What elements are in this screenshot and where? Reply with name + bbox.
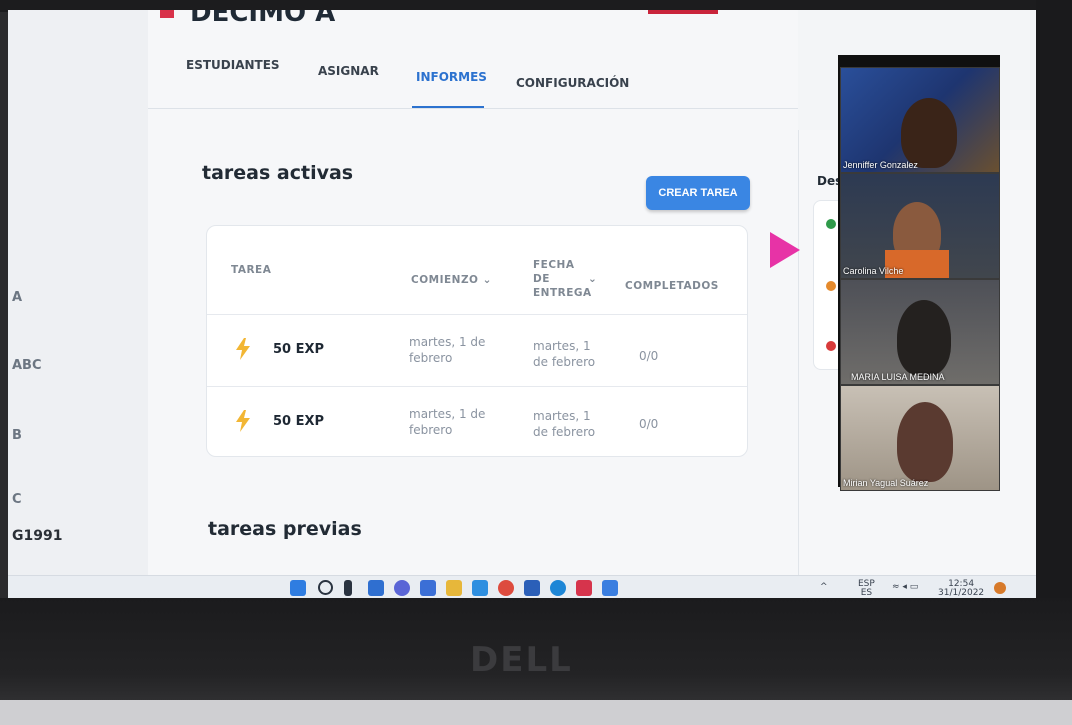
class-list-panel: A ABC B C G1991 xyxy=(8,10,149,575)
desk-surface xyxy=(0,700,1072,725)
column-start[interactable]: COMIENZO ⌄ xyxy=(411,274,492,286)
edge-icon[interactable] xyxy=(550,580,566,596)
column-due-label-3: ENTREGA xyxy=(533,287,592,299)
tab-asignar[interactable]: ASIGNAR xyxy=(318,64,379,78)
participant-video xyxy=(897,402,953,482)
task-due-date: martes, 1 de febrero xyxy=(533,409,596,439)
app-icon[interactable] xyxy=(576,580,592,596)
tab-configuracion[interactable]: CONFIGURACIÓN xyxy=(516,76,629,90)
windows-start-icon[interactable] xyxy=(290,580,306,596)
zoom-meeting-icon[interactable] xyxy=(602,580,618,596)
class-item-abc[interactable]: ABC xyxy=(12,358,42,373)
clock[interactable]: 12:54 31/1/2022 xyxy=(938,580,984,598)
taskbar: ^ ESP ES ≈ ◂ ▭ 12:54 31/1/2022 xyxy=(8,575,1038,598)
chevron-down-icon: ⌄ xyxy=(588,273,598,285)
clock-date: 31/1/2022 xyxy=(938,588,985,598)
video-call-strip: Jenniffer Gonzalez Carolina Vilche MARIA… xyxy=(838,55,1000,491)
class-color-marker xyxy=(160,10,174,18)
task-start-date: martes, 1 de febrero xyxy=(409,335,486,365)
active-tasks-table: TAREA COMIENZO ⌄ FECHA DE ⌄ ENTREGA COMP… xyxy=(206,225,748,457)
participant-name: MARIA LUISA MEDINA xyxy=(851,372,945,382)
tab-estudiantes[interactable]: ESTUDIANTES xyxy=(186,58,280,72)
task-start-date: martes, 1 de febrero xyxy=(409,407,486,437)
notification-icon[interactable] xyxy=(994,582,1006,594)
tab-informes[interactable]: INFORMES xyxy=(416,70,487,84)
participant-video xyxy=(897,300,951,376)
column-task: TAREA xyxy=(231,264,272,276)
column-due[interactable]: FECHA DE ⌄ ENTREGA xyxy=(533,258,597,300)
task-completed: 0/0 xyxy=(639,417,659,431)
file-explorer-icon[interactable] xyxy=(446,580,462,596)
task-due-date: martes, 1 de febrero xyxy=(533,339,596,369)
mail-icon[interactable] xyxy=(472,580,488,596)
task-view-icon[interactable] xyxy=(344,580,352,596)
brand-logo: DELL xyxy=(470,640,573,680)
task-name: 50 EXP xyxy=(273,342,325,357)
language-indicator[interactable]: ESP ES xyxy=(858,580,875,598)
check-status-icon xyxy=(826,219,836,229)
class-item-b[interactable]: B xyxy=(12,428,22,443)
participant-name: Mirian Yagual Suárez xyxy=(843,478,929,488)
task-name: 50 EXP xyxy=(273,414,325,429)
widgets-icon[interactable] xyxy=(368,580,384,596)
class-item-c[interactable]: C xyxy=(12,492,22,507)
participant-tile[interactable]: Jenniffer Gonzalez xyxy=(840,67,1000,173)
user-code: G1991 xyxy=(12,528,63,544)
row-divider xyxy=(207,386,747,387)
main-content: DECIMO A ESTUDIANTES ASIGNAR INFORMES CO… xyxy=(148,10,798,575)
chrome-icon[interactable] xyxy=(498,580,514,596)
previous-tasks-title: tareas previas xyxy=(208,518,362,540)
search-icon[interactable] xyxy=(318,580,333,595)
top-accent-bar xyxy=(648,10,718,14)
keyboard-code: ES xyxy=(860,588,873,598)
column-start-label: COMIENZO xyxy=(411,274,479,286)
word-icon[interactable] xyxy=(524,580,540,596)
create-task-button[interactable]: CREAR TAREA xyxy=(646,176,750,210)
lightning-icon xyxy=(236,410,250,432)
participant-tile[interactable]: Carolina Vilche xyxy=(840,173,1000,279)
participant-tile[interactable]: Mirian Yagual Suárez xyxy=(840,385,1000,491)
participant-name: Carolina Vilche xyxy=(843,266,904,276)
task-completed: 0/0 xyxy=(639,349,659,363)
pointer-arrow-icon xyxy=(770,232,800,268)
chevron-down-icon: ⌄ xyxy=(482,274,492,286)
participant-tile[interactable]: MARIA LUISA MEDINA xyxy=(840,279,1000,385)
column-due-label-1: FECHA xyxy=(533,259,575,271)
column-completed: COMPLETADOS xyxy=(625,280,719,292)
class-title: DECIMO A xyxy=(190,10,336,28)
pending-status-icon xyxy=(826,281,836,291)
chat-icon[interactable] xyxy=(394,580,410,596)
lightning-icon xyxy=(236,338,250,360)
tabs-divider xyxy=(148,108,798,109)
wifi-sound-battery-icon[interactable]: ≈ ◂ ▭ xyxy=(892,583,918,592)
active-tasks-title: tareas activas xyxy=(202,162,354,184)
participant-video xyxy=(901,98,957,168)
class-item-a[interactable]: A xyxy=(12,290,22,305)
late-status-icon xyxy=(826,341,836,351)
participant-name: Jenniffer Gonzalez xyxy=(843,160,918,170)
zoom-icon[interactable] xyxy=(420,580,436,596)
chevron-up-icon[interactable]: ^ xyxy=(820,583,828,592)
header-divider xyxy=(207,314,747,315)
column-due-label-2: DE xyxy=(533,273,550,285)
